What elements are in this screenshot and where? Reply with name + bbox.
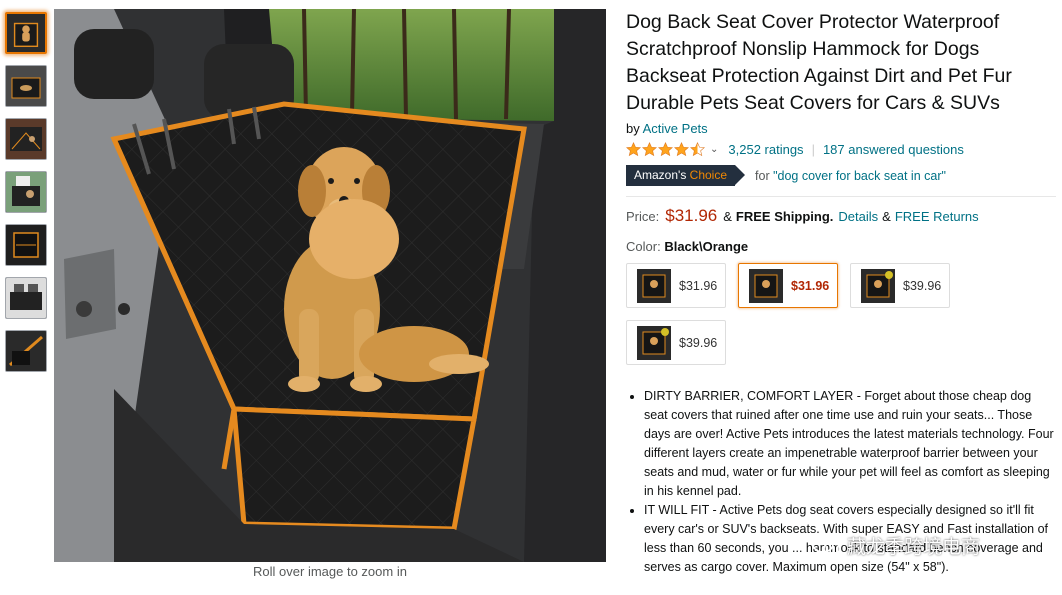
product-info-panel: Dog Back Seat Cover Protector Waterproof…: [626, 9, 1056, 577]
free-shipping-label: FREE Shipping.: [735, 209, 834, 224]
swatch-option-2[interactable]: $31.96: [738, 263, 838, 308]
swatch-price: $31.96: [791, 278, 830, 293]
amazons-choice-badge[interactable]: Amazon's Choice: [626, 165, 746, 186]
watermark-text: 藏龙季跨境电商: [847, 537, 981, 558]
color-row: Color: Black\Orange: [626, 239, 1056, 254]
badge-prefix: Amazon's: [634, 168, 687, 182]
watermark: 藏龙季跨境电商: [812, 532, 980, 559]
feature-bullet: DIRTY BARRIER, COMFORT LAYER - Forget ab…: [644, 387, 1056, 501]
swatch-thumbnail: [637, 268, 671, 303]
color-value: Black\Orange: [664, 239, 749, 254]
star-icon: [626, 141, 641, 156]
swatch-price: $39.96: [903, 278, 942, 293]
star-icon: [642, 141, 657, 156]
swatch-thumbnail: [749, 268, 783, 303]
swatch-thumbnail: [861, 268, 895, 303]
swatch-option-4[interactable]: $39.96: [626, 320, 726, 365]
thumbnail-5[interactable]: [5, 224, 47, 266]
thumbnail-3[interactable]: [5, 118, 47, 160]
free-returns-link[interactable]: FREE Returns: [895, 209, 979, 224]
answered-questions-link[interactable]: 187 answered questions: [823, 142, 964, 157]
swatch-price: $31.96: [679, 278, 718, 293]
details-link[interactable]: Details: [838, 209, 878, 224]
thumbnail-1[interactable]: [5, 12, 47, 54]
thumbnail-2[interactable]: [5, 65, 47, 107]
color-label: Color:: [626, 239, 661, 254]
thumbnail-strip: [5, 12, 49, 383]
price-row: Price: $31.96 & FREE Shipping. Details &…: [626, 206, 1056, 226]
half-star-icon: [690, 141, 705, 156]
color-swatches: $31.96 $31.96 $39.96 $39.96: [626, 263, 966, 377]
ratings-count-link[interactable]: 3,252 ratings: [728, 142, 803, 157]
price-value: $31.96: [665, 206, 718, 225]
thumbnail-7[interactable]: [5, 330, 47, 372]
byline: by Active Pets: [626, 121, 1056, 136]
for-label: for: [755, 168, 770, 183]
star-icon: [658, 141, 673, 156]
zoom-hint: Roll over image to zoom in: [253, 564, 407, 579]
main-product-image[interactable]: [54, 9, 606, 562]
swatch-price: $39.96: [679, 335, 718, 350]
ampersand-2: &: [882, 209, 891, 224]
thumbnail-4[interactable]: [5, 171, 47, 213]
swatch-option-3[interactable]: $39.96: [850, 263, 950, 308]
ampersand: &: [723, 209, 732, 224]
wechat-icon: [812, 534, 841, 556]
amazons-choice-row: Amazon's Choice for "dog cover for back …: [626, 165, 1056, 186]
swatch-option-1[interactable]: $31.96: [626, 263, 726, 308]
chevron-down-icon[interactable]: ⌄: [710, 144, 718, 155]
divider: |: [811, 141, 815, 157]
star-icon: [674, 141, 689, 156]
choice-query-link[interactable]: "dog cover for back seat in car": [773, 169, 946, 183]
brand-link[interactable]: Active Pets: [643, 121, 708, 136]
swatch-thumbnail: [637, 325, 671, 360]
star-rating[interactable]: [626, 141, 706, 157]
price-label: Price:: [626, 209, 660, 224]
product-title: Dog Back Seat Cover Protector Waterproof…: [626, 11, 1012, 114]
badge-suffix: Choice: [689, 168, 728, 182]
divider-line: [626, 196, 1056, 197]
thumbnail-6[interactable]: [5, 277, 47, 319]
rating-row: ⌄ 3,252 ratings | 187 answered questions: [626, 140, 1056, 158]
by-label: by: [626, 121, 640, 136]
